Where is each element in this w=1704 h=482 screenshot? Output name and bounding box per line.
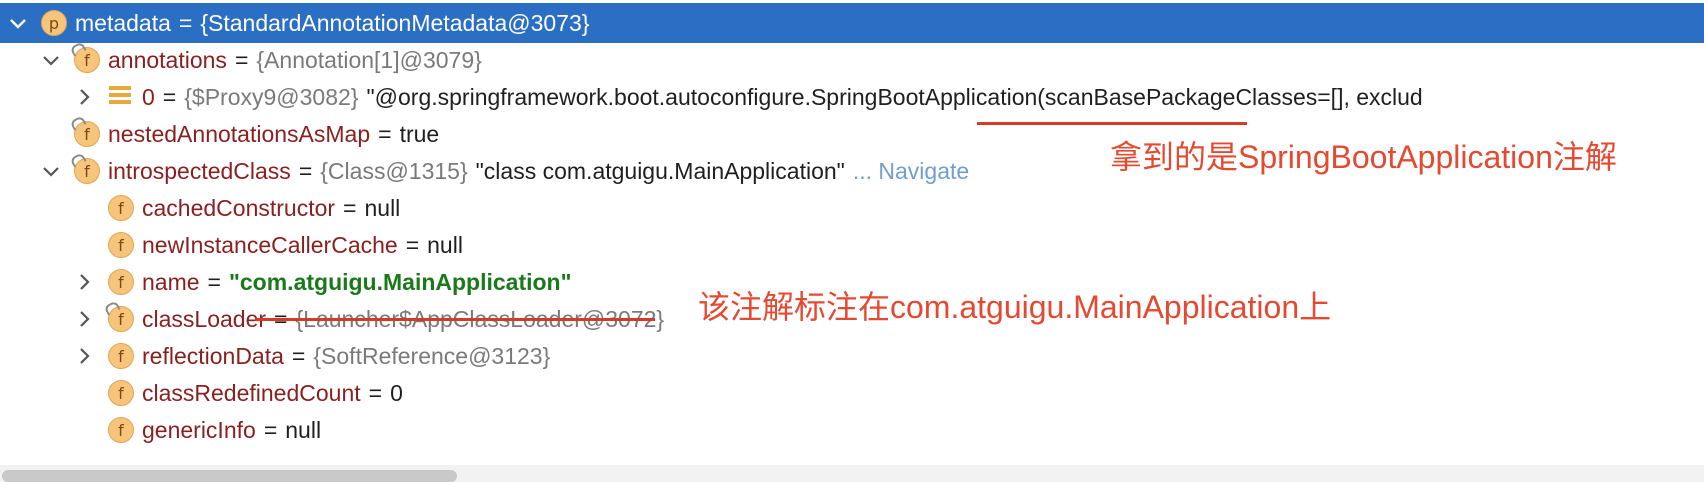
tree-row-reflectionData[interactable]: f reflectionData = {SoftReference@3123}: [0, 336, 1704, 376]
variable-name: classRedefinedCount: [142, 379, 361, 406]
variable-type-ref: {StandardAnnotationMetadata@3073}: [200, 9, 590, 36]
debugger-variables-tree: p metadata = {StandardAnnotationMetadata…: [0, 0, 1704, 465]
tree-row-newInstanceCallerCache[interactable]: f newInstanceCallerCache = null: [0, 225, 1704, 265]
variable-value: 0: [390, 379, 403, 406]
field-badge-icon: f: [108, 380, 134, 406]
field-badge-icon: f: [108, 417, 134, 443]
chevron-right-icon[interactable]: [72, 344, 96, 368]
chevron-down-icon[interactable]: [39, 159, 63, 183]
tree-row-genericInfo[interactable]: f genericInfo = null: [0, 410, 1704, 450]
variable-name: name: [142, 268, 200, 295]
annotation-underline-mainapplication: [255, 318, 655, 321]
variable-type-ref: {Class@1315}: [320, 157, 468, 184]
field-badge-icon: f: [69, 41, 100, 73]
variable-name: cachedConstructor: [142, 194, 336, 221]
variable-value: "com.atguigu.MainApplication": [228, 268, 572, 295]
field-badge-icon: f: [69, 152, 100, 184]
equals-sign: =: [178, 9, 193, 36]
tree-row-element-0[interactable]: 0 = {$Proxy9@3082} "@org.springframework…: [0, 77, 1704, 117]
variable-name: nestedAnnotationsAsMap: [108, 120, 371, 147]
variable-value: "@org.springframework.boot.autoconfigure…: [366, 83, 1423, 110]
variable-value: null: [427, 231, 463, 258]
tree-row-cachedConstructor[interactable]: f cachedConstructor = null: [0, 188, 1704, 228]
field-badge-icon: f: [108, 343, 134, 369]
annotation-note-mainapplication: 该注解标注在com.atguigu.MainApplication上: [698, 289, 1332, 325]
variable-type-ref: {$Proxy9@3082}: [184, 83, 359, 110]
tree-row-classRedefinedCount[interactable]: f classRedefinedCount = 0: [0, 373, 1704, 413]
chevron-down-icon[interactable]: [39, 48, 63, 72]
variable-type-ref: {Annotation[1]@3079}: [256, 46, 482, 73]
tree-row-annotations[interactable]: f annotations = {Annotation[1]@3079}: [0, 40, 1704, 80]
variable-name: introspectedClass: [108, 157, 291, 184]
property-badge-icon: p: [41, 10, 67, 36]
chevron-down-icon[interactable]: [6, 11, 30, 35]
chevron-right-icon[interactable]: [72, 270, 96, 294]
navigate-link[interactable]: ... Navigate: [853, 158, 969, 185]
variable-value: "class com.atguigu.MainApplication": [475, 157, 845, 184]
field-badge-icon: f: [69, 115, 100, 147]
variable-value: null: [285, 416, 322, 443]
variable-name: 0: [142, 83, 155, 110]
field-badge-icon: f: [108, 269, 134, 295]
field-badge-icon: f: [108, 232, 134, 258]
variable-name: classLoader: [142, 305, 267, 332]
variable-name: metadata: [75, 9, 171, 36]
variable-value: true: [399, 120, 440, 147]
variable-value: null: [364, 194, 401, 221]
variable-name: newInstanceCallerCache: [142, 231, 398, 258]
horizontal-scrollbar[interactable]: [0, 465, 1704, 482]
scrollbar-thumb[interactable]: [2, 470, 457, 482]
chevron-right-icon[interactable]: [72, 307, 96, 331]
array-element-icon: [109, 86, 131, 108]
variable-name: annotations: [108, 46, 227, 73]
field-badge-icon: f: [108, 195, 134, 221]
variable-type-ref: {SoftReference@3123}: [313, 342, 551, 369]
tree-row-metadata[interactable]: p metadata = {StandardAnnotationMetadata…: [0, 3, 1704, 43]
field-badge-icon: f: [103, 300, 134, 332]
variable-name: genericInfo: [142, 416, 256, 443]
annotation-underline-springbootapplication: [977, 122, 1247, 125]
variable-name: reflectionData: [142, 342, 284, 369]
annotation-note-springbootapplication: 拿到的是SpringBootApplication注解: [1110, 139, 1617, 175]
chevron-right-icon[interactable]: [72, 85, 96, 109]
